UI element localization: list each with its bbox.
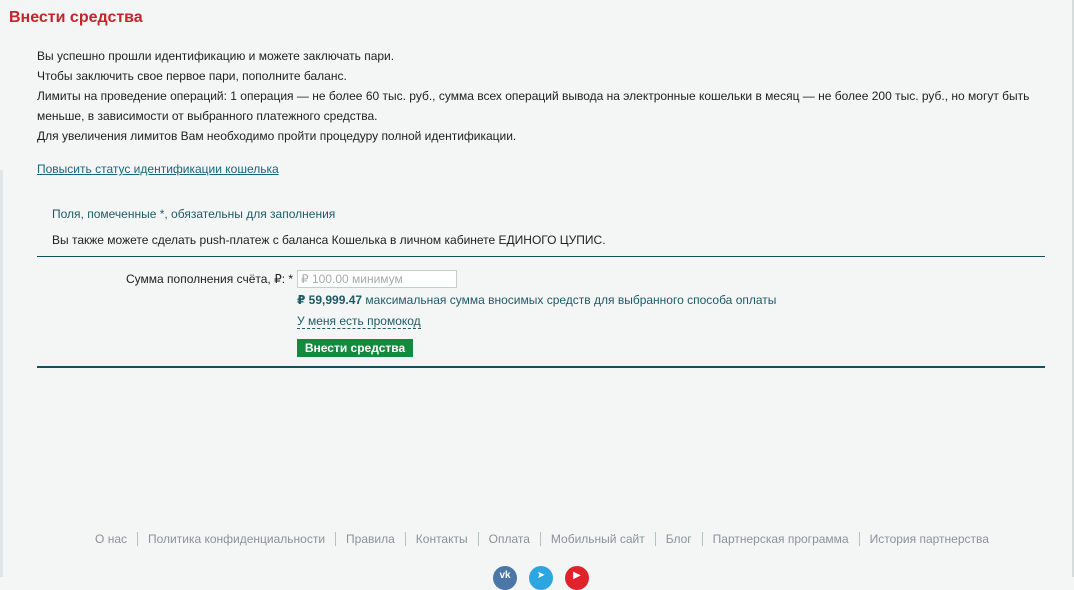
form-top-divider: [37, 256, 1045, 257]
footer-nav: О нас Политика конфиденциальности Правил…: [72, 532, 1012, 546]
telegram-icon[interactable]: ➤: [529, 566, 553, 590]
amount-label: Сумма пополнения счёта, ₽: *: [126, 272, 294, 286]
push-payment-note: Вы также можете сделать push-платеж с ба…: [52, 233, 606, 247]
youtube-icon[interactable]: ▶: [565, 566, 589, 590]
footer-link-mobile[interactable]: Мобильный сайт: [539, 532, 655, 546]
left-edge-strip: [0, 170, 3, 577]
page-title: Внести средства: [9, 9, 143, 26]
deposit-submit-button[interactable]: Внести средства: [297, 339, 413, 357]
max-amount-value: ₽ 59,999.47: [297, 293, 363, 307]
promo-code-link[interactable]: У меня есть промокод: [297, 314, 421, 329]
intro-line-deposit: Чтобы заключить свое первое пари, пополн…: [37, 69, 347, 83]
footer-link-partner-history[interactable]: История партнерства: [858, 532, 999, 546]
max-amount-text: максимальная сумма вносимых средств для …: [365, 293, 777, 307]
footer-link-contacts[interactable]: Контакты: [404, 532, 478, 546]
footer-link-about[interactable]: О нас: [85, 532, 137, 546]
footer-link-partner[interactable]: Партнерская программа: [701, 532, 859, 546]
footer-link-rules[interactable]: Правила: [335, 532, 405, 546]
form-bottom-divider: [37, 366, 1045, 368]
footer-link-blog[interactable]: Блог: [654, 532, 702, 546]
intro-line-identification: Для увеличения лимитов Вам необходимо пр…: [37, 129, 517, 143]
max-amount-info: ₽ 59,999.47 максимальная сумма вносимых …: [297, 293, 776, 307]
footer-link-privacy[interactable]: Политика конфиденциальности: [137, 532, 335, 546]
footer-link-payment[interactable]: Оплата: [477, 532, 540, 546]
intro-line-success: Вы успешно прошли идентификацию и можете…: [37, 49, 395, 63]
intro-text: Вы успешно прошли идентификацию и можете…: [37, 46, 1047, 146]
vk-icon[interactable]: vk: [493, 566, 517, 590]
intro-line-limits: Лимиты на проведение операций: 1 операци…: [37, 89, 1030, 123]
required-fields-note: Поля, помеченные *, обязательны для запо…: [52, 207, 336, 221]
amount-input[interactable]: [297, 270, 457, 288]
upgrade-identification-link[interactable]: Повысить статус идентификации кошелька: [37, 162, 279, 176]
